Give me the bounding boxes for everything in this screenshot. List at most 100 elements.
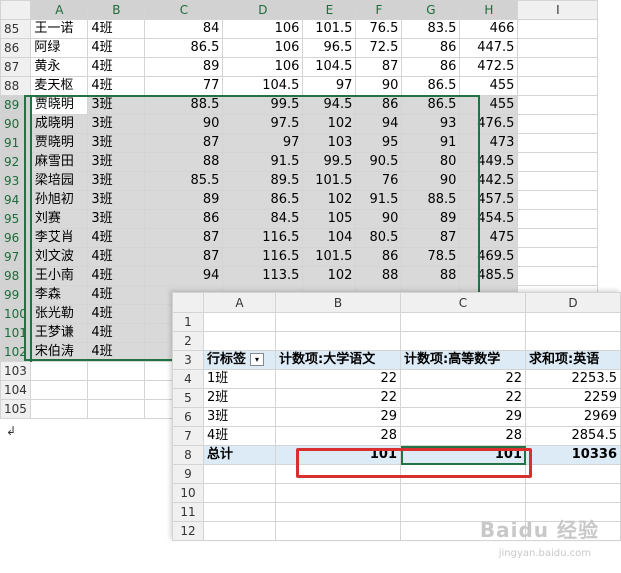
row-number[interactable]: 104 <box>0 380 32 400</box>
row-number[interactable]: 98 <box>0 266 32 286</box>
cell[interactable]: 457.5 <box>459 190 519 210</box>
cell[interactable]: 王梦谦 <box>30 323 89 343</box>
pivot-value[interactable]: 28 <box>275 426 401 446</box>
cell[interactable]: 87 <box>144 133 224 153</box>
select-all-corner[interactable] <box>172 292 204 313</box>
pivot-row-label[interactable]: 4班 <box>203 426 276 446</box>
cell[interactable] <box>517 114 599 134</box>
cell[interactable]: 469.5 <box>459 247 519 267</box>
cell[interactable]: 96.5 <box>302 38 357 58</box>
cell[interactable]: 4班 <box>87 228 146 248</box>
cell[interactable]: 麦天枢 <box>30 76 89 96</box>
cell[interactable]: 梁培园 <box>30 171 89 191</box>
cell[interactable]: 106 <box>222 38 304 58</box>
cell[interactable] <box>517 266 599 286</box>
cell[interactable]: 455 <box>459 76 519 96</box>
cell[interactable]: 442.5 <box>459 171 519 191</box>
row-number[interactable]: 102 <box>0 342 32 362</box>
cell[interactable]: 94.5 <box>302 95 357 115</box>
cell[interactable]: 106 <box>222 57 304 77</box>
cell[interactable] <box>275 312 401 332</box>
pivot-value[interactable]: 22 <box>275 388 401 408</box>
pivot-field-header[interactable]: 计数项:高等数学 <box>400 350 526 370</box>
cell[interactable]: 87 <box>401 228 461 248</box>
cell[interactable]: 87 <box>144 247 224 267</box>
cell[interactable]: 102 <box>302 114 357 134</box>
cell[interactable]: 77 <box>144 76 224 96</box>
cell[interactable]: 476.5 <box>459 114 519 134</box>
cell[interactable]: 104.5 <box>302 57 357 77</box>
cell[interactable]: 472.5 <box>459 57 519 77</box>
cell[interactable]: 101.5 <box>302 247 357 267</box>
cell[interactable]: 成晓明 <box>30 114 89 134</box>
cell[interactable]: 89 <box>144 57 224 77</box>
cell[interactable]: 94 <box>355 114 403 134</box>
cell[interactable]: 张光勒 <box>30 304 89 324</box>
cell[interactable]: 447.5 <box>459 38 519 58</box>
column-header[interactable]: H <box>459 0 519 20</box>
row-number[interactable]: 6 <box>172 407 204 427</box>
cell[interactable]: 4班 <box>87 323 146 343</box>
cell[interactable] <box>203 312 276 332</box>
cell[interactable] <box>525 312 621 332</box>
cell[interactable]: 4班 <box>87 266 146 286</box>
cell[interactable] <box>517 171 599 191</box>
column-header[interactable]: A <box>30 0 89 20</box>
pivot-value[interactable]: 22 <box>400 369 526 389</box>
cell[interactable]: 99.5 <box>222 95 304 115</box>
cell[interactable] <box>517 38 599 58</box>
row-number[interactable]: 8 <box>172 445 204 465</box>
row-number[interactable]: 97 <box>0 247 32 267</box>
cell[interactable]: 贾晓明 <box>30 95 89 115</box>
cell[interactable]: 黄永 <box>30 57 89 77</box>
cell[interactable]: 91.5 <box>355 190 403 210</box>
row-number[interactable]: 4 <box>172 369 204 389</box>
pivot-value[interactable]: 2854.5 <box>525 426 621 446</box>
pivot-total-value[interactable]: 10336 <box>525 445 621 465</box>
cell[interactable]: 94 <box>144 266 224 286</box>
row-label-header[interactable]: 行标签 ▾ <box>203 350 276 370</box>
cell[interactable]: 刘赛 <box>30 209 89 229</box>
cell[interactable]: 86 <box>144 209 224 229</box>
cell[interactable]: 84 <box>144 19 224 39</box>
column-header[interactable]: C <box>144 0 224 20</box>
cell[interactable]: 86.5 <box>401 95 461 115</box>
cell[interactable] <box>517 57 599 77</box>
cell[interactable] <box>203 502 276 522</box>
cell[interactable] <box>517 19 599 39</box>
cell[interactable]: 3班 <box>87 209 146 229</box>
cell[interactable]: 91.5 <box>222 152 304 172</box>
cell[interactable]: 80 <box>401 152 461 172</box>
cell[interactable]: 3班 <box>87 133 146 153</box>
cell[interactable]: 106 <box>222 19 304 39</box>
row-number[interactable]: 9 <box>172 464 204 484</box>
cell[interactable] <box>30 361 89 381</box>
cell[interactable]: 4班 <box>87 285 146 305</box>
pivot-value[interactable]: 22 <box>275 369 401 389</box>
cell[interactable]: 86 <box>355 95 403 115</box>
cell[interactable]: 99.5 <box>302 152 357 172</box>
row-number[interactable]: 101 <box>0 323 32 343</box>
row-number[interactable]: 88 <box>0 76 32 96</box>
cell[interactable] <box>87 380 146 400</box>
cell[interactable]: 86.5 <box>222 190 304 210</box>
cell[interactable]: 104.5 <box>222 76 304 96</box>
cell[interactable]: 102 <box>302 190 357 210</box>
column-header[interactable]: E <box>302 0 357 20</box>
cell[interactable]: 86 <box>401 57 461 77</box>
pivot-row-label[interactable]: 1班 <box>203 369 276 389</box>
cell[interactable]: 88.5 <box>144 95 224 115</box>
cell[interactable] <box>87 399 146 419</box>
cell[interactable] <box>525 483 621 503</box>
cell[interactable]: 87 <box>144 228 224 248</box>
cell[interactable] <box>203 521 276 541</box>
cell[interactable]: 4班 <box>87 19 146 39</box>
cell[interactable] <box>517 133 599 153</box>
cell[interactable]: 95 <box>355 133 403 153</box>
cell[interactable]: 麻雪田 <box>30 152 89 172</box>
cell[interactable]: 88 <box>401 266 461 286</box>
cell[interactable] <box>87 361 146 381</box>
cell[interactable]: 90 <box>144 114 224 134</box>
column-header[interactable]: F <box>355 0 403 20</box>
cell[interactable]: 91 <box>401 133 461 153</box>
